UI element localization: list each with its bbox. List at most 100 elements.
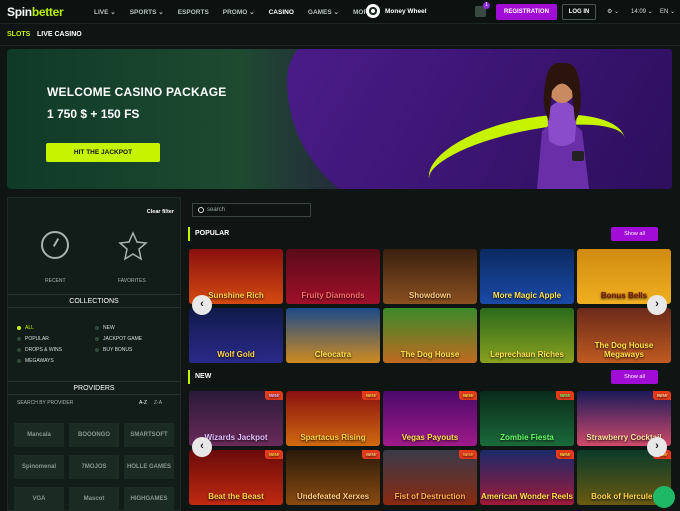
game-title: Zombie Fiesta — [500, 433, 554, 442]
provider-tile[interactable]: 7MOJOS — [69, 455, 119, 479]
collection-jackpot-label: JACKPOT GAME — [103, 336, 143, 342]
collection-all-label: ALL — [25, 325, 34, 331]
tab-slots[interactable]: SLOTS — [7, 31, 30, 38]
collections-title: COLLECTIONS — [8, 294, 180, 308]
new-header: NEW Show all — [188, 370, 669, 384]
language-label: EN — [660, 9, 669, 15]
nav-esports[interactable]: ESPORTS — [178, 9, 209, 16]
provider-tile[interactable]: BOOONGO — [69, 423, 119, 447]
brand-part1: Spin — [7, 5, 32, 19]
hit-jackpot-button[interactable]: HIT THE JACKPOT — [46, 143, 160, 162]
new-show-all-button[interactable]: Show all — [611, 370, 658, 384]
money-wheel-link[interactable]: Money Wheel — [366, 4, 427, 18]
game-tile[interactable]: The Dog House — [383, 308, 477, 363]
provider-tile[interactable]: SMARTSOFT — [124, 423, 174, 447]
sort-za-button[interactable]: Z-A — [154, 400, 162, 406]
new-badge: NEW — [459, 450, 477, 459]
collection-drops-wins-label: DROPS & WINS — [25, 347, 62, 353]
collection-all[interactable]: ALL — [17, 325, 34, 331]
provider-tile[interactable]: Mascot — [69, 487, 119, 511]
game-tile[interactable]: Showdown — [383, 249, 477, 304]
collection-drops-wins[interactable]: DROPS & WINS — [17, 347, 62, 353]
clock-time: 14:09 — [631, 9, 647, 15]
game-tile[interactable]: American Wonder Reels NEW — [480, 450, 574, 505]
game-tile[interactable]: Vegas Payouts NEW — [383, 391, 477, 446]
collection-jackpot[interactable]: JACKPOT GAME — [95, 336, 142, 342]
recent-label: RECENT — [45, 278, 66, 284]
collection-new-label: NEW — [103, 325, 115, 331]
settings-gear-icon[interactable]: ⚙ ⌄ — [607, 8, 619, 15]
collection-popular[interactable]: POPULAR — [17, 336, 49, 342]
games-area: search POPULAR Show all Sunshine Rich Fr… — [185, 197, 680, 511]
game-title: Wizards Jackpot — [204, 433, 268, 442]
new-badge: NEW — [362, 391, 380, 400]
nav-live-label: LIVE — [94, 9, 109, 16]
nav-promo-label: PROMO — [222, 9, 248, 16]
game-tile[interactable]: Wolf Gold — [189, 308, 283, 363]
new-badge: NEW — [556, 391, 574, 400]
game-tile[interactable]: The Dog House Megaways — [577, 308, 671, 363]
collection-buy-bonus[interactable]: BUY BONUS — [95, 347, 132, 353]
new-badge: NEW — [265, 391, 283, 400]
new-badge: NEW — [556, 450, 574, 459]
nav-games-label: GAMES — [307, 9, 332, 16]
game-title: American Wonder Reels — [481, 492, 573, 501]
clear-filter-link[interactable]: Clear filter — [147, 209, 174, 215]
game-title: Spartacus Rising — [300, 433, 366, 442]
providers-title: PROVIDERS — [8, 381, 180, 395]
tab-live-casino[interactable]: LIVE CASINO — [37, 31, 82, 38]
game-title: Beat the Beast — [208, 492, 264, 501]
game-search-input[interactable]: search — [192, 203, 311, 217]
gift-icon[interactable]: 1 — [475, 2, 490, 17]
popular-prev-arrow-icon[interactable]: ‹ — [192, 295, 212, 315]
popular-header: POPULAR Show all — [188, 227, 669, 241]
promo-banner[interactable]: WELCOME CASINO PACKAGE 1 750 $ + 150 FS … — [7, 49, 672, 189]
nav-casino[interactable]: CASINO — [269, 9, 294, 16]
registration-button[interactable]: REGISTRATION — [496, 4, 557, 20]
popular-next-arrow-icon[interactable]: › — [647, 295, 667, 315]
provider-tile[interactable]: Mancala — [14, 423, 64, 447]
language-select[interactable]: EN ⌄ — [660, 8, 675, 15]
game-title: Undefeated Xerxes — [296, 492, 370, 501]
provider-tile[interactable]: HOLLE GAMES — [124, 455, 174, 479]
game-tile[interactable]: Undefeated Xerxes NEW — [286, 450, 380, 505]
favorites-label: FAVORITES — [118, 278, 146, 284]
nav-sports[interactable]: SPORTS ⌄ — [130, 8, 164, 16]
sub-nav: SLOTS LIVE CASINO — [0, 24, 680, 46]
search-by-provider-label: SEARCH BY PROVIDER — [17, 400, 74, 406]
wheel-icon — [366, 4, 380, 18]
new-prev-arrow-icon[interactable]: ‹ — [192, 437, 212, 457]
popular-show-all-button[interactable]: Show all — [611, 227, 658, 241]
popular-title: POPULAR — [195, 230, 230, 237]
game-tile[interactable]: Fist of Destruction NEW — [383, 450, 477, 505]
game-tile[interactable]: Fruity Diamonds — [286, 249, 380, 304]
new-next-arrow-icon[interactable]: › — [647, 437, 667, 457]
sort-az-button[interactable]: A-Z — [139, 400, 147, 406]
game-tile[interactable]: Spartacus Rising NEW — [286, 391, 380, 446]
collection-megaways[interactable]: MEGAWAYS — [17, 358, 54, 364]
nav-sports-label: SPORTS — [129, 9, 157, 16]
hostess-image — [537, 62, 589, 189]
new-badge: NEW — [653, 391, 671, 400]
recent-clock-icon[interactable] — [41, 231, 69, 259]
clock: 14:09 ⌄ — [631, 9, 653, 15]
game-tile[interactable]: Cleocatra — [286, 308, 380, 363]
game-tile[interactable]: Zombie Fiesta NEW — [480, 391, 574, 446]
collection-new[interactable]: NEW — [95, 325, 115, 331]
game-title: Vegas Payouts — [401, 433, 459, 442]
chat-icon[interactable] — [653, 486, 675, 508]
nav-promo[interactable]: PROMO ⌄ — [223, 8, 255, 16]
brand-logo[interactable]: Spinbetter — [7, 5, 64, 19]
provider-tile[interactable]: Spinomenal — [14, 455, 64, 479]
nav-games[interactable]: GAMES ⌄ — [308, 8, 339, 16]
favorites-star-icon[interactable] — [118, 231, 148, 261]
nav-live[interactable]: LIVE ⌄ — [94, 8, 116, 16]
login-button[interactable]: LOG IN — [562, 4, 596, 20]
provider-tile[interactable]: HIGHGAMES — [124, 487, 174, 511]
game-title: Fist of Destruction — [394, 492, 466, 501]
game-tile[interactable]: Leprechaun Riches — [480, 308, 574, 363]
game-tile[interactable]: Beat the Beast NEW — [189, 450, 283, 505]
game-tile[interactable]: More Magic Apple — [480, 249, 574, 304]
provider-tile[interactable]: VGA — [14, 487, 64, 511]
new-badge: NEW — [459, 391, 477, 400]
